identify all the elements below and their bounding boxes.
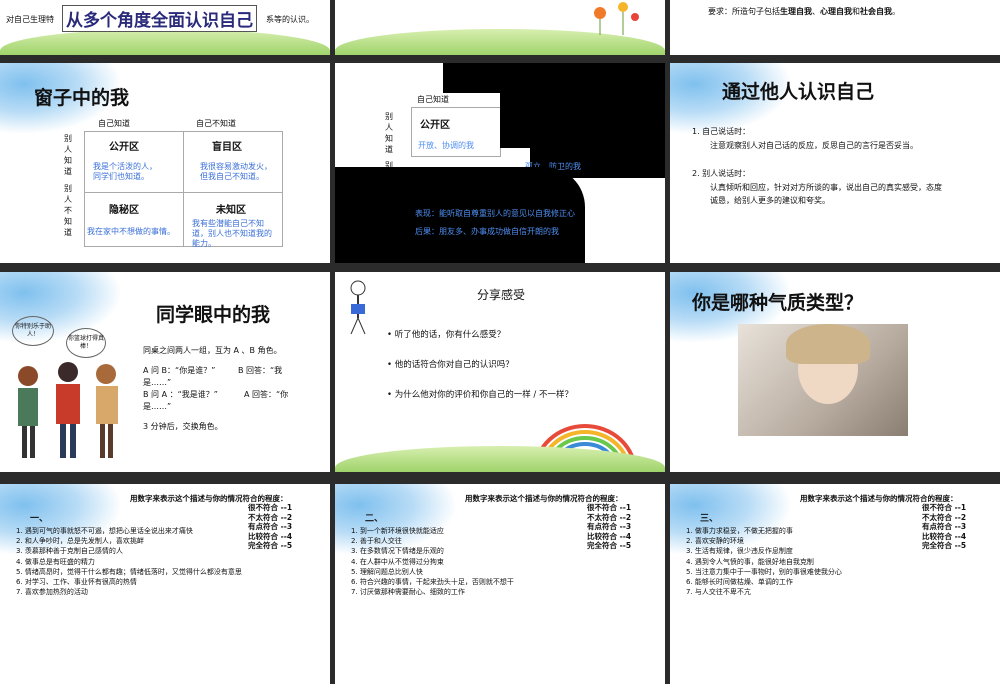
section-label: 二、 [365,514,384,524]
slide-title: 通过他人认识自己 [722,81,875,103]
question-item: 为什么他对你的评价和你自己的一样 / 不一样？ [387,388,573,400]
result-line: 表现：能听取自尊重别人的意见以自我修正心 [415,209,575,218]
section-label: 一、 [30,514,49,524]
quadrant-open: 公开区 开放、协调的我 [411,107,501,157]
thinking-figure-icon [350,280,366,335]
slide-6[interactable]: 通过他人认识自己 1. 自己说话时： 注意观察别人对自己话的反应，反思自己的言行… [670,63,1000,263]
instruction-text: 同桌之间两人一组，互为 A 、B 角色。 [143,346,282,355]
col-header-unknown: 自己不知道 [196,119,236,128]
instruction-text: B 回答：“我 [238,366,283,375]
instruction-text: 是……” [143,402,172,411]
question-item: 听了他的话，你有什么感受？ [387,328,573,340]
scale-levels: 很不符合 --1 不太符合 --2 有点符合 --3 比较符合 --4 完全符合 --5 [922,503,967,551]
students-icon [18,362,118,458]
section-label: 三、 [700,514,719,524]
item-list: 1. 做事力求稳妥，不做无把握的事 2. 喜欢安静的环境 3. 生活有规律，很少违反… [686,527,842,597]
slide-2[interactable] [335,0,665,55]
slide-4[interactable]: 窗子中的我 自己知道 自己不知道 别人知道 别人不知道 公开区 我是个活泼的人，… [0,63,330,263]
col-header-known: 自己知道 [417,95,449,104]
child-photo [738,324,908,436]
slide-title: 你是哪种气质类型？ [692,292,864,314]
quadrant-hidden: 隐秘区 我在家中不想做的事情。 [84,192,184,247]
instruction-text: A 回答：“你 [244,390,289,399]
quadrant-blind: 盲目区 我很容易激动发火，但我自己不知道。 [183,131,283,193]
slide-text-left: 对自己生理特 [6,15,54,24]
slide-title: 分享感受 [477,288,526,302]
slide-3[interactable]: 要求：所造句子包括生理自我、心理自我和社会自我。 [670,0,1000,55]
black-block [443,63,665,93]
scale-levels: 很不符合 --1 不太符合 --2 有点符合 --3 比较符合 --4 完全符合 --5 [587,503,632,551]
slide-12[interactable]: 用数字来表示这个描述与你的情况符合的程度： 很不符合 --1 不太符合 --2 有点… [670,484,1000,684]
slide-title: 同学眼中的我 [156,304,271,326]
quadrant-open: 公开区 我是个活泼的人，同学们也知道。 [84,131,184,193]
slide-text-right: 系等的认识。 [266,15,314,24]
result-line: 后果：朋友多、办事成功做自信开朗的我 [415,227,559,236]
slide-8[interactable]: 分享感受 听了他的话，你有什么感受？ 他的话符合你对自己的认识吗？ 为什么他对你… [335,272,665,472]
slide-10[interactable]: 用数字来表示这个描述与你的情况符合的程度： 很不符合 --1 不太符合 --2 有点… [0,484,330,684]
slide-11[interactable]: 用数字来表示这个描述与你的情况符合的程度： 很不符合 --1 不太符合 --2 有点… [335,484,665,684]
quadrant-unknown: 未知区 我有些潜能自己不知道，别人也不知道我的能力。 [183,192,283,248]
slide-5[interactable]: 自己知道 别人知道 别 公开区 开放、协调的我 孤立、防卫的我 表现：能听取自尊… [335,63,665,263]
slide-9[interactable]: 你是哪种气质类型？ [670,272,1000,472]
item-title: 2. 别人说话时： [692,169,751,178]
slide-title-box: 从多个角度全面认识自己 [62,5,257,32]
scale-levels: 很不符合 --1 不太符合 --2 有点符合 --3 比较符合 --4 完全符合 --5 [248,503,293,551]
col-header-known: 自己知道 [98,119,130,128]
item-body: 诚恳，给别人更多的建议和夸奖。 [710,196,830,205]
slide-1[interactable]: 对自己生理特 从多个角度全面认识自己 系等的认识。 [0,0,330,55]
item-list: 1. 到一个新环境很快就能适应 2. 善于和人交往 3. 在多数情况下情绪是乐观的 4… [351,527,514,597]
grass-decoration [0,29,330,55]
black-block [500,93,665,148]
row-header-known: 别人知道 [385,112,393,154]
question-item: 他的话符合你对自己的认识吗？ [387,358,573,370]
speech-bubble: 你特别乐于助人！ [12,316,54,346]
question-list: 听了他的话，你有什么感受？ 他的话符合你对自己的认识吗？ 为什么他对你的评价和你… [387,328,573,418]
slide-7[interactable]: 你特别乐于助人！ 你篮球打得真棒！ 同学眼中的我 同桌之间两人一组，互为 A 、… [0,272,330,472]
slide-title: 窗子中的我 [34,87,130,109]
item-body: 认真倾听和回应，针对对方所谈的事，说出自己的真实感受，态度 [710,183,942,192]
item-body: 注意观察别人对自己话的反应，反思自己的言行是否妥当。 [710,141,918,150]
item-title: 1. 自己说话时： [692,127,751,136]
requirement-text: 要求：所造句子包括生理自我、心理自我和社会自我。 [708,7,900,16]
row-header-unknown: 别人不知道 [64,184,72,237]
flower-icon [594,2,639,35]
speech-bubble: 你篮球打得真棒！ [66,328,106,358]
item-list: 1. 遇到可气的事就怒不可遏，想把心里话全说出来才痛快 2. 和人争吵时，总是先发… [16,527,242,597]
row-header-known: 别人知道 [64,134,72,176]
instruction-text: 3 分钟后，交换角色。 [143,422,223,431]
